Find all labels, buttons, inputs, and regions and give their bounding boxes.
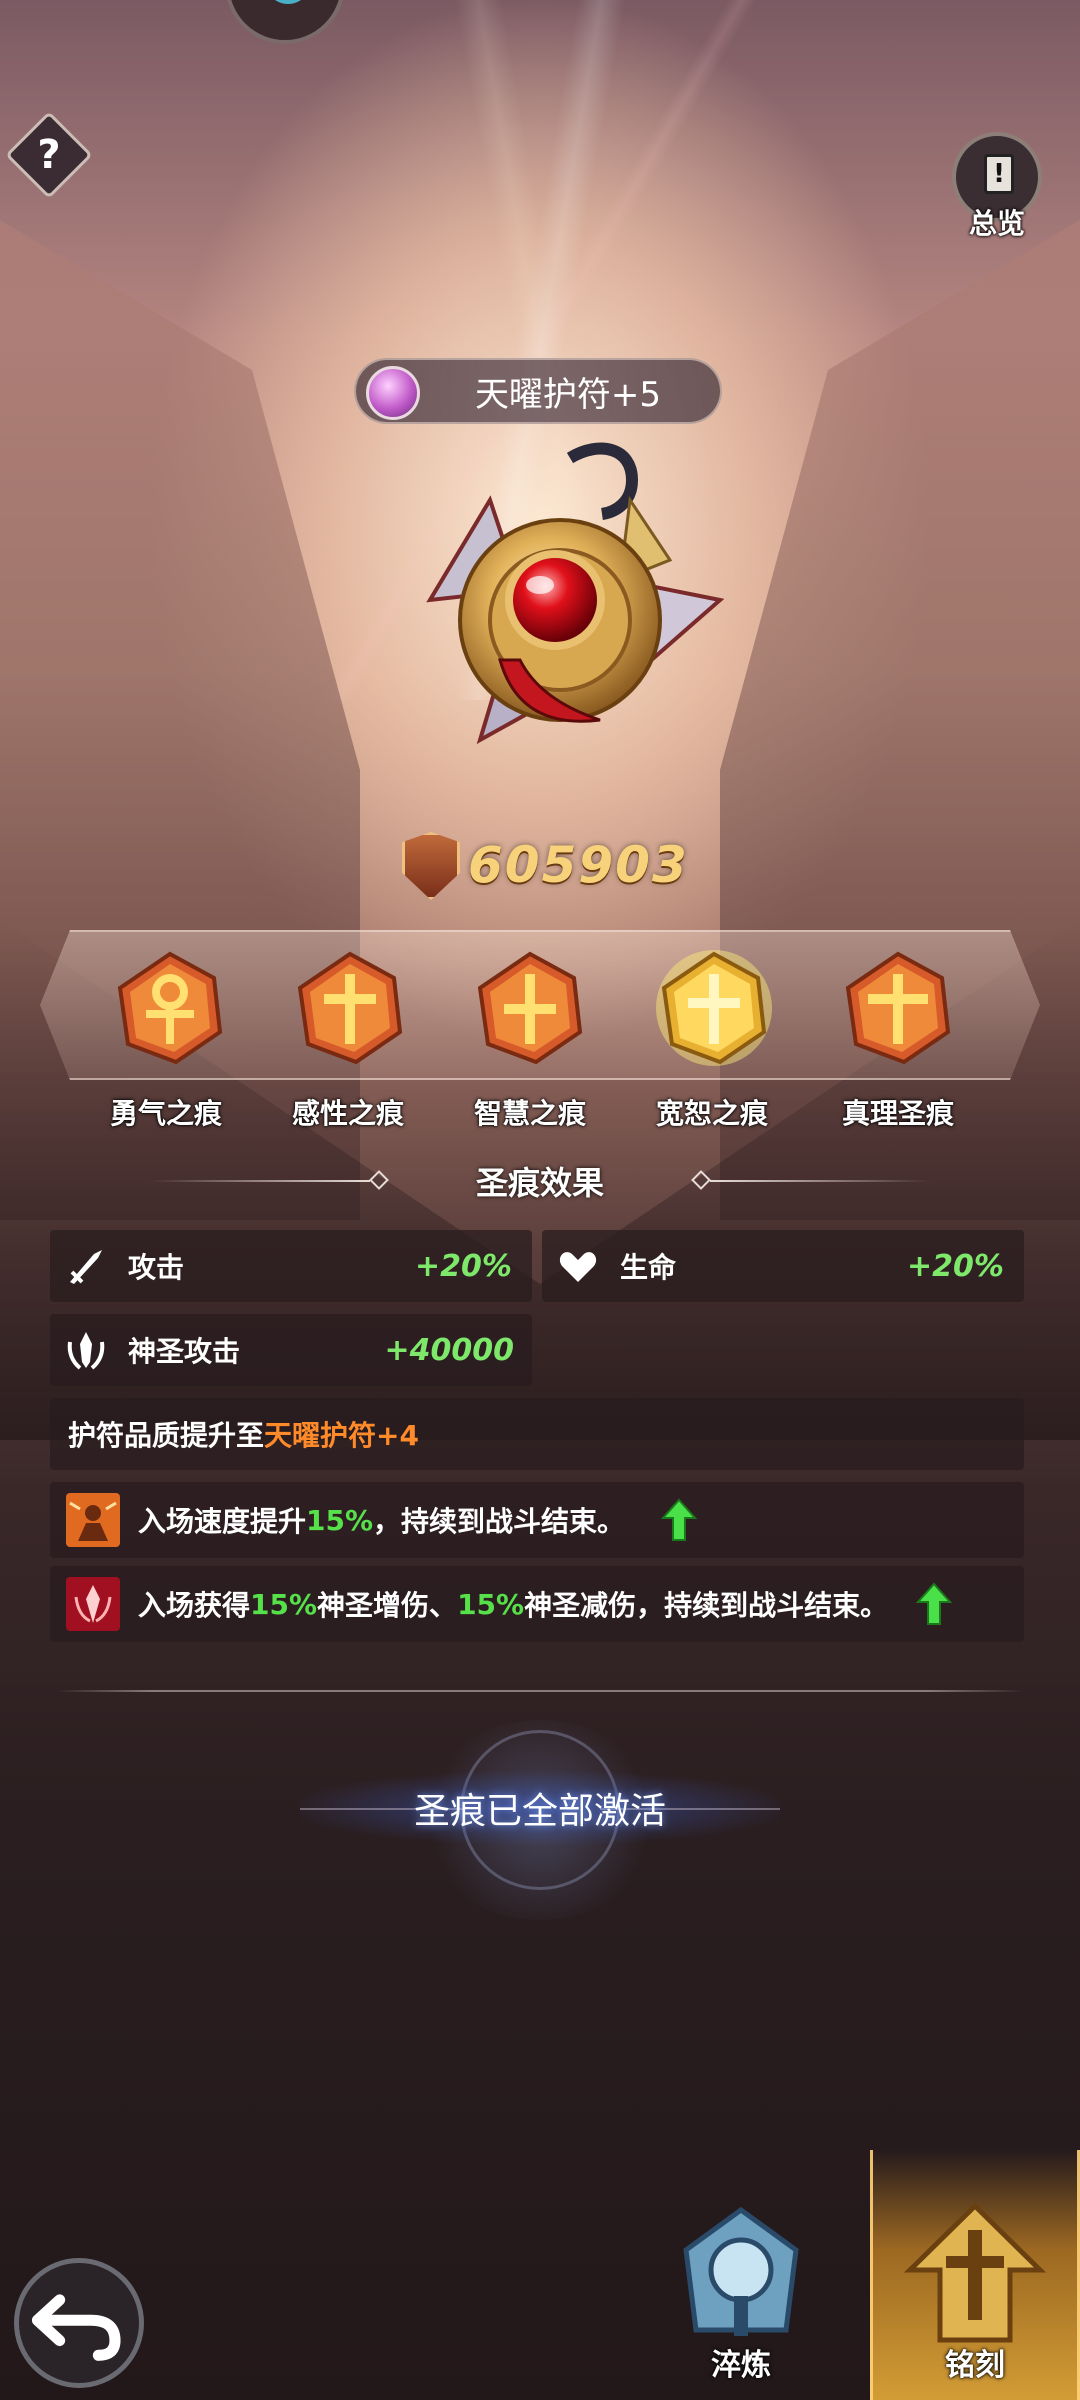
engrave-icon <box>903 2202 1047 2343</box>
stigma-truth[interactable] <box>838 948 958 1068</box>
creature-icon <box>265 0 311 4</box>
sword-icon <box>70 1250 102 1284</box>
section-divider-left <box>150 1180 370 1182</box>
nav-tab-engrave[interactable]: 铭刻 <box>900 2180 1050 2400</box>
stat-attack: 攻击 +20% <box>50 1230 532 1302</box>
skill-text: 入场获得 15% 神圣增伤、 15% 神圣减伤，持续到战斗结束。 <box>138 1566 953 1642</box>
skill-text: 入场速度提升 15% ，持续到战斗结束。 <box>138 1482 698 1558</box>
section-divider-right <box>710 1180 930 1182</box>
stigma-label: 宽恕之痕 <box>655 1097 768 1130</box>
amulet-title: 天曜护符+5 <box>354 358 722 424</box>
skill-text-part: 神圣减伤，持续到战斗结束。 <box>524 1589 889 1622</box>
cross-icon <box>297 951 403 1065</box>
amulet-image <box>426 442 725 745</box>
speed-skill-icon <box>66 1493 120 1547</box>
divider <box>56 1690 1024 1692</box>
stigma-courage[interactable] <box>110 948 230 1068</box>
cross-icon <box>845 951 951 1065</box>
stigma-label: 感性之痕 <box>291 1097 404 1130</box>
stat-value: +40000 <box>384 1332 514 1368</box>
section-title: 圣痕效果 <box>475 1164 604 1202</box>
cross-icon <box>656 950 772 1066</box>
heart-icon <box>559 1252 597 1282</box>
ankh-icon <box>117 951 223 1065</box>
skill-text-part: 入场获得 <box>138 1589 251 1622</box>
skill-text-part: ，持续到战斗结束。 <box>373 1505 626 1538</box>
stat-label: 神圣攻击 <box>128 1335 241 1368</box>
overview-label[interactable]: 总览 <box>945 202 1049 242</box>
skill-percent: 15% <box>457 1587 525 1621</box>
activated-status: 圣痕已全部激活 <box>413 1791 666 1832</box>
overview-icon: ! <box>984 154 1014 194</box>
nav-label: 铭刻 <box>945 2348 1005 2383</box>
back-button[interactable] <box>14 2258 144 2388</box>
skill-row-speed: 入场速度提升 15% ，持续到战斗结束。 <box>50 1482 1024 1558</box>
skill-row-holy: 入场获得 15% 神圣增伤、 15% 神圣减伤，持续到战斗结束。 <box>50 1566 1024 1642</box>
stat-life: 生命 +20% <box>542 1230 1024 1302</box>
stigma-forgiveness[interactable] <box>654 948 774 1068</box>
back-arrow-icon <box>31 2294 121 2361</box>
skill-percent: 15% <box>306 1503 374 1537</box>
up-arrow-icon <box>916 1582 953 1625</box>
stigma-wisdom[interactable] <box>470 948 590 1068</box>
stigma-label: 智慧之痕 <box>473 1097 586 1130</box>
quality-text: 护符品质提升至 天曜护符+4 <box>68 1398 419 1470</box>
stigma-sensibility[interactable] <box>290 948 410 1068</box>
quality-prefix: 护符品质提升至 <box>68 1419 265 1452</box>
help-icon: ? <box>37 132 61 178</box>
power-value: 605903 <box>468 836 689 894</box>
stat-label: 攻击 <box>128 1251 185 1284</box>
skill-text-part: 入场速度提升 <box>138 1505 307 1538</box>
quality-upgrade-row: 护符品质提升至 天曜护符+4 <box>50 1398 1024 1470</box>
up-arrow-icon <box>661 1498 698 1541</box>
nav-label: 淬炼 <box>711 2348 771 2383</box>
temper-icon <box>683 2206 799 2336</box>
holy-skill-icon <box>66 1577 120 1631</box>
stat-value: +20% <box>907 1248 1004 1284</box>
skill-percent: 15% <box>250 1587 318 1621</box>
holy-attack-icon <box>67 1332 105 1370</box>
nav-tab-temper[interactable]: 淬炼 <box>666 2180 816 2400</box>
stat-label: 生命 <box>620 1251 677 1284</box>
stat-holy-attack: 神圣攻击 +40000 <box>50 1314 532 1386</box>
cross-icon <box>477 951 583 1065</box>
skill-text-part: 神圣增伤、 <box>317 1589 458 1622</box>
amulet-name: 天曜护符+5 <box>474 374 662 415</box>
gem-icon <box>366 366 420 420</box>
stigma-label: 真理圣痕 <box>841 1097 954 1130</box>
stigma-label: 勇气之痕 <box>109 1097 222 1130</box>
stat-value: +20% <box>415 1248 512 1284</box>
quality-highlight: 天曜护符+4 <box>264 1419 419 1452</box>
